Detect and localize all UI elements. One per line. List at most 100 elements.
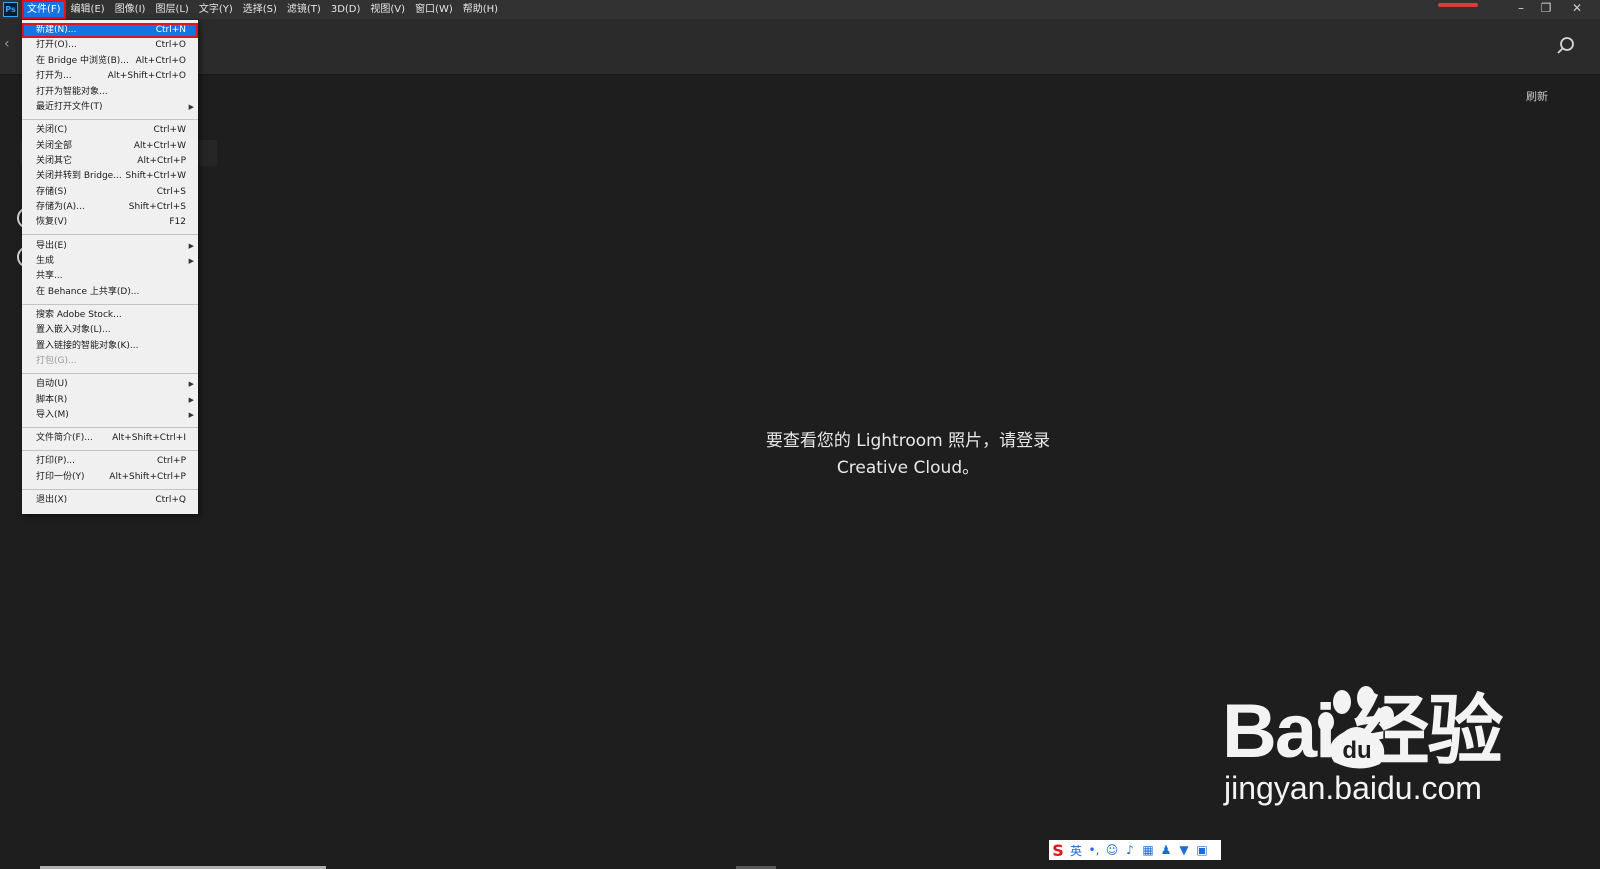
file-menu-item[interactable]: 恢复(V) F12 xyxy=(22,215,198,230)
menu-separator xyxy=(22,450,198,452)
menu-item-shortcut: Alt+Ctrl+O xyxy=(135,55,186,66)
menu-item[interactable]: 文字(Y) xyxy=(194,0,238,19)
file-menu-item[interactable]: 打开(O)... Ctrl+O xyxy=(22,38,198,53)
baidu-paw-icon: du xyxy=(1318,686,1394,769)
menu-item-shortcut: Ctrl+N xyxy=(155,25,186,35)
file-menu-item[interactable]: 关闭并转到 Bridge... Shift+Ctrl+W xyxy=(22,169,198,184)
file-menu-item[interactable]: 最近打开文件(T) ▶ xyxy=(22,100,198,115)
submenu-arrow-icon: ▶ xyxy=(188,395,194,404)
minimize-button[interactable]: – xyxy=(1510,0,1532,19)
notification-bar xyxy=(1438,3,1478,7)
menu-item-shortcut: Ctrl+S xyxy=(156,186,186,197)
file-menu-item[interactable]: 置入嵌入对象(L)... xyxy=(22,323,198,338)
file-menu-item[interactable]: 打印一份(Y) Alt+Shift+Ctrl+P xyxy=(22,470,198,485)
menu-item-label: 打开为智能对象... xyxy=(36,86,108,97)
submenu-arrow-icon: ▶ xyxy=(188,257,194,266)
file-menu-item[interactable]: 打印(P)... Ctrl+P xyxy=(22,454,198,469)
file-menu-item[interactable]: 关闭其它 Alt+Ctrl+P xyxy=(22,154,198,169)
restore-button[interactable]: ❐ xyxy=(1535,0,1557,19)
skin-icon[interactable]: ▼ xyxy=(1175,843,1193,857)
paw-text: du xyxy=(1342,737,1371,764)
photoshop-logo-icon[interactable]: Ps xyxy=(3,2,18,17)
microphone-icon[interactable]: ♪ xyxy=(1121,843,1139,857)
file-menu-item[interactable]: 导出(E) ▶ xyxy=(22,239,198,254)
menu-item-shortcut: Alt+Shift+Ctrl+O xyxy=(107,71,186,82)
menu-item-shortcut: Ctrl+O xyxy=(155,40,186,51)
menu-item-label: 新建(N)... xyxy=(36,25,77,35)
file-menu-item[interactable]: 生成 ▶ xyxy=(22,254,198,269)
menu-item-shortcut: Ctrl+Q xyxy=(155,495,186,506)
menu-separator xyxy=(22,372,198,374)
menu-item[interactable]: 文件(F) xyxy=(22,0,66,19)
file-menu-item[interactable]: 文件简介(F)... Alt+Shift+Ctrl+I xyxy=(22,431,198,446)
file-menu-item[interactable]: 关闭(C) Ctrl+W xyxy=(22,123,198,138)
user-icon[interactable]: ♟ xyxy=(1157,843,1175,857)
close-button[interactable]: ✕ xyxy=(1566,0,1588,19)
submenu-arrow-icon: ▶ xyxy=(188,411,194,420)
sogou-logo-icon[interactable]: S xyxy=(1049,841,1067,860)
menu-item-label: 导出(E) xyxy=(36,240,67,251)
search-icon[interactable] xyxy=(1556,36,1576,56)
file-menu-item[interactable]: 置入链接的智能对象(K)... xyxy=(22,339,198,354)
menu-item-shortcut: Shift+Ctrl+S xyxy=(128,202,186,213)
file-menu-item[interactable]: 自动(U) ▶ xyxy=(22,377,198,392)
menu-item[interactable]: 滤镜(T) xyxy=(282,0,326,19)
menu-item-shortcut: F12 xyxy=(169,217,186,228)
options-bar: ‹ xyxy=(0,19,1600,75)
submenu-arrow-icon: ▶ xyxy=(188,102,194,111)
punctuation-icon[interactable]: •, xyxy=(1085,843,1103,857)
menu-separator xyxy=(22,234,198,236)
file-menu-item[interactable]: 脚本(R) ▶ xyxy=(22,393,198,408)
file-menu-item[interactable]: 打开为智能对象... xyxy=(22,85,198,100)
lightroom-signin-message: 要查看您的 Lightroom 照片，请登录 Creative Cloud。 xyxy=(608,428,1208,482)
menu-item[interactable]: 选择(S) xyxy=(238,0,282,19)
file-menu-item[interactable]: 在 Behance 上共享(D)... xyxy=(22,285,198,300)
menu-item[interactable]: 编辑(E) xyxy=(66,0,110,19)
file-menu-item[interactable]: 导入(M) ▶ xyxy=(22,408,198,423)
file-menu-item[interactable]: 存储(S) Ctrl+S xyxy=(22,185,198,200)
menu-item-label: 最近打开文件(T) xyxy=(36,101,103,112)
grid-icon[interactable]: ▣ xyxy=(1193,843,1211,857)
menu-item-label: 关闭其它 xyxy=(36,155,73,166)
menu-item-label: 打开为... xyxy=(36,71,72,82)
submenu-arrow-icon: ▶ xyxy=(188,241,194,250)
file-menu-item[interactable]: 关闭全部 Alt+Ctrl+W xyxy=(22,139,198,154)
menu-item-shortcut: Alt+Ctrl+P xyxy=(137,155,186,166)
file-menu-item[interactable]: 新建(N)... Ctrl+N xyxy=(22,23,198,39)
back-arrow-icon[interactable]: ‹ xyxy=(4,36,10,52)
file-menu-item[interactable]: 退出(X) Ctrl+Q xyxy=(22,493,198,508)
menu-item-label: 打印一份(Y) xyxy=(36,471,85,482)
menu-item[interactable]: 3D(D) xyxy=(326,0,366,19)
watermark-url: jingyan.baidu.com xyxy=(1224,770,1482,806)
menu-item-label: 共享... xyxy=(36,271,63,282)
menu-item[interactable]: 窗口(W) xyxy=(410,0,458,19)
refresh-link[interactable]: 刷新 xyxy=(1526,88,1548,104)
emoji-icon[interactable]: ☺ xyxy=(1103,843,1121,857)
menu-item-label: 打开(O)... xyxy=(36,40,77,51)
menu-item-label: 恢复(V) xyxy=(36,217,68,228)
menu-item-label: 在 Behance 上共享(D)... xyxy=(36,286,140,297)
ime-lang-toggle[interactable]: 英 xyxy=(1067,842,1085,859)
menu-separator xyxy=(22,303,198,305)
menu-item-label: 自动(U) xyxy=(36,379,68,390)
file-menu-item[interactable]: 打包(G)... xyxy=(22,354,198,369)
file-menu-item[interactable]: 存储为(A)... Shift+Ctrl+S xyxy=(22,200,198,215)
menu-item[interactable]: 视图(V) xyxy=(365,0,410,19)
menu-item-label: 关闭(C) xyxy=(36,125,68,136)
file-menu-item[interactable]: 在 Bridge 中浏览(B)... Alt+Ctrl+O xyxy=(22,54,198,69)
message-line-1: 要查看您的 Lightroom 照片，请登录 xyxy=(765,431,1051,451)
file-menu-dropdown: 新建(N)... Ctrl+N 打开(O)... Ctrl+O 在 Bridge 中浏览… xyxy=(22,20,198,514)
file-menu-item[interactable]: 共享... xyxy=(22,269,198,284)
menu-separator xyxy=(22,426,198,428)
menu-item[interactable]: 图像(I) xyxy=(110,0,151,19)
keyboard-icon[interactable]: ▦ xyxy=(1139,843,1157,857)
menu-separator xyxy=(22,118,198,120)
menu-item-label: 置入嵌入对象(L)... xyxy=(36,325,111,336)
menu-item-shortcut: Shift+Ctrl+W xyxy=(125,171,186,182)
menu-item[interactable]: 图层(L) xyxy=(150,0,193,19)
file-menu-item[interactable]: 打开为... Alt+Shift+Ctrl+O xyxy=(22,69,198,84)
menu-item-label: 搜索 Adobe Stock... xyxy=(36,309,122,320)
file-menu-item[interactable]: 搜索 Adobe Stock... xyxy=(22,308,198,323)
menu-item-label: 存储(S) xyxy=(36,186,67,197)
menu-item[interactable]: 帮助(H) xyxy=(458,0,503,19)
